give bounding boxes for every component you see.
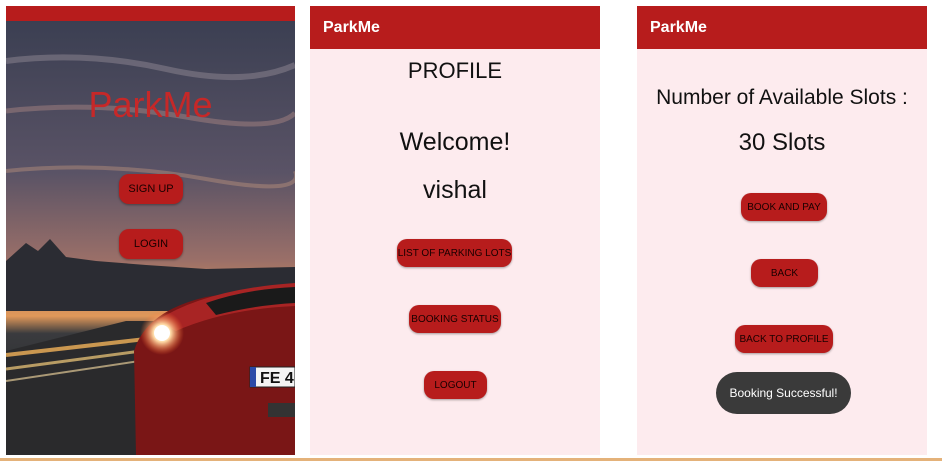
back-button[interactable]: BACK <box>751 259 818 287</box>
slots-screen: ParkMe Number of Available Slots : 30 Sl… <box>637 6 927 455</box>
slots-label: Number of Available Slots : <box>656 86 908 109</box>
app-title: ParkMe <box>88 84 213 125</box>
app-bar: ParkMe <box>310 6 600 49</box>
logout-button[interactable]: LOGOUT <box>424 371 487 399</box>
booking-status-button[interactable]: BOOKING STATUS <box>409 305 501 333</box>
book-and-pay-button[interactable]: BOOK AND PAY <box>741 193 827 221</box>
username-text: vishal <box>423 176 487 204</box>
license-plate: FE 4 <box>260 370 294 387</box>
booking-success-toast: Booking Successful! <box>716 372 851 414</box>
login-button[interactable]: LOGIN <box>119 229 183 259</box>
page-title: PROFILE <box>407 58 503 83</box>
slots-count: 30 Slots <box>738 129 826 156</box>
splash-screen: FE 4 ParkMe SIGN UP LOGIN <box>6 6 295 455</box>
app-bar: ParkMe <box>637 6 927 49</box>
welcome-text: Welcome! <box>399 128 511 156</box>
back-to-profile-button[interactable]: BACK TO PROFILE <box>735 325 833 353</box>
status-strip <box>6 6 295 21</box>
sign-up-button[interactable]: SIGN UP <box>119 174 183 204</box>
list-parking-lots-button[interactable]: LIST OF PARKING LOTS <box>397 239 512 267</box>
profile-screen: ParkMe PROFILE Welcome! vishal LIST OF P… <box>310 6 600 455</box>
